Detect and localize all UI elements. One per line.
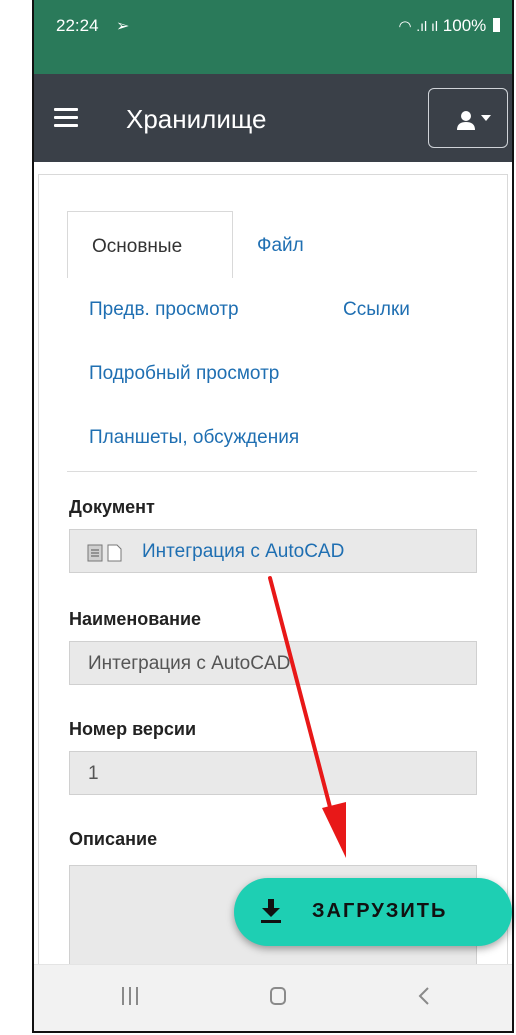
- user-icon: [457, 111, 475, 130]
- status-time: 22:24: [56, 16, 99, 35]
- name-field[interactable]: Интеграция с AutoCAD: [69, 641, 477, 685]
- document-icon: [87, 544, 122, 562]
- wifi-icon: ◠: [398, 18, 412, 35]
- signal-icon: .ıl ıl: [416, 18, 439, 34]
- status-bar: 22:24 ➢ ◠ .ıl ıl 100%: [34, 0, 512, 50]
- version-value: 1: [88, 763, 99, 784]
- system-nav-bar: [34, 964, 512, 1031]
- recent-apps-icon[interactable]: [122, 987, 138, 1005]
- document-label: Документ: [69, 497, 155, 517]
- version-label: Номер версии: [69, 719, 197, 739]
- tab-links[interactable]: Ссылки: [343, 299, 410, 321]
- app-title: Хранилище: [126, 104, 267, 134]
- status-right: ◠ .ıl ıl 100%: [398, 16, 500, 36]
- tabs-divider: [67, 471, 477, 472]
- tab-boards[interactable]: Планшеты, обсуждения: [89, 427, 299, 449]
- notification-icon: ➢: [116, 18, 130, 35]
- tab-preview[interactable]: Предв. просмотр: [89, 299, 239, 321]
- tab-detailed[interactable]: Подробный просмотр: [89, 363, 279, 385]
- home-icon[interactable]: [270, 987, 286, 1005]
- battery-icon: [493, 18, 500, 32]
- name-value: Интеграция с AutoCAD: [88, 653, 291, 674]
- upload-button[interactable]: ЗАГРУЗИТЬ: [234, 878, 512, 946]
- name-label: Наименование: [69, 609, 202, 629]
- download-icon: [261, 899, 281, 923]
- document-field: Интеграция с AutoCAD: [69, 529, 477, 573]
- tab-main[interactable]: Основные: [67, 211, 233, 278]
- chevron-down-icon: [481, 115, 491, 121]
- upload-label: ЗАГРУЗИТЬ: [312, 900, 448, 922]
- app-bar: Хранилище: [34, 74, 512, 162]
- description-label: Описание: [69, 829, 158, 849]
- menu-icon[interactable]: [54, 108, 78, 128]
- document-link[interactable]: Интеграция с AutoCAD: [142, 541, 344, 563]
- tab-file[interactable]: Файл: [257, 235, 304, 257]
- status-strip: [34, 50, 512, 74]
- back-icon[interactable]: [414, 985, 434, 1007]
- user-menu-button[interactable]: [428, 88, 508, 148]
- version-field[interactable]: 1: [69, 751, 477, 795]
- battery-level: 100%: [442, 16, 487, 35]
